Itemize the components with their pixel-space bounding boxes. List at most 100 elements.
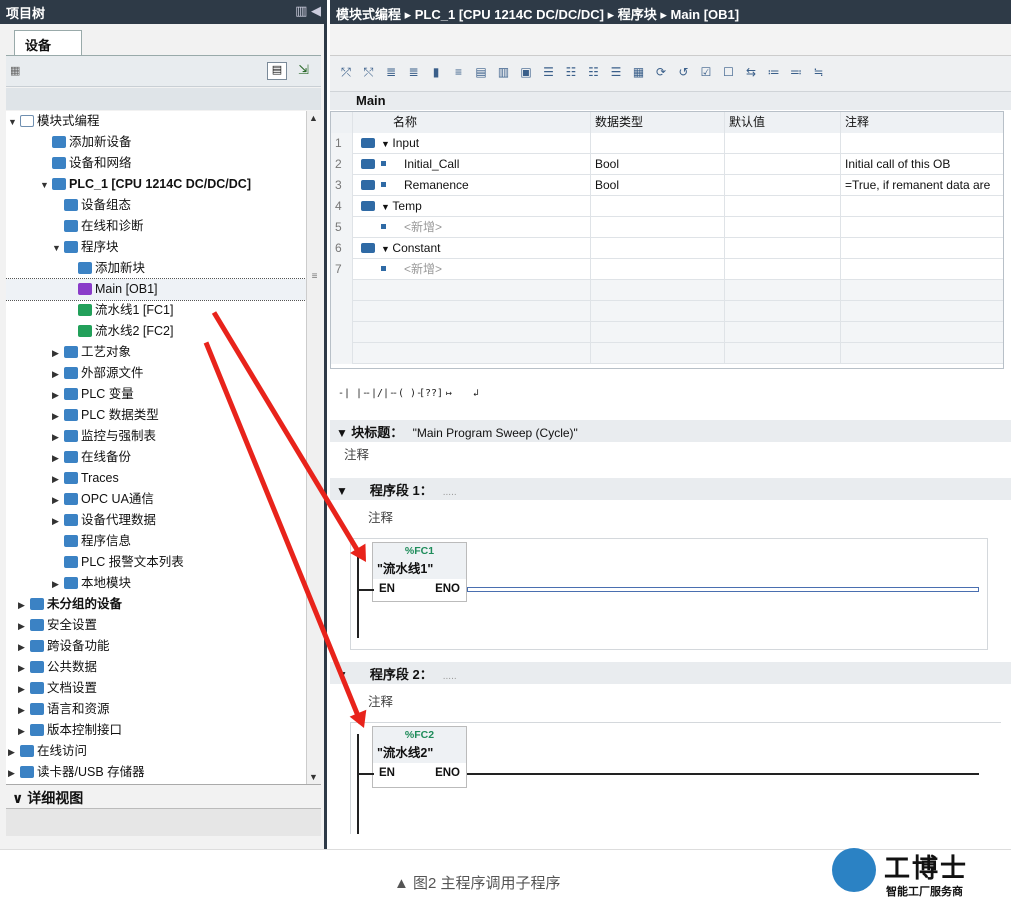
ladder-tool-icon[interactable]: -|/|- [365,388,395,399]
tree-scrollbar[interactable]: ▲ ≡ ▼ [306,111,321,784]
tree-item[interactable]: ▶ 安全设置 [18,615,97,636]
tree-item[interactable]: PLC 报警文本列表 [52,552,184,573]
chevron-down-icon[interactable]: ▼ [336,484,348,498]
name-cell[interactable]: ▼ Input [353,133,591,154]
table-row[interactable]: 5 <新增> [331,217,1003,238]
table-row[interactable]: 4 ▼ Temp [331,196,1003,217]
chevron-right-icon[interactable]: ▶ [18,700,30,721]
comment-cell[interactable] [841,301,1003,322]
tree-item[interactable]: ▶ 公共数据 [18,657,97,678]
name-cell[interactable] [353,280,591,301]
ladder-tool-icon[interactable]: -( )- [392,388,422,399]
default-cell[interactable] [725,280,841,301]
chevron-right-icon[interactable]: ▶ [52,469,64,490]
toolbar-button-icon[interactable]: ≡ [451,65,467,81]
scroll-thumb[interactable]: ≡ [310,271,319,301]
toolbar-button-icon[interactable]: ▥ [496,65,512,81]
type-cell[interactable] [591,259,725,280]
default-cell[interactable] [725,322,841,343]
name-cell[interactable]: <新增> [353,217,591,238]
tree-item[interactable]: ▶ 工艺对象 [52,342,131,363]
tree-item[interactable]: Main [OB1] [6,278,306,301]
comment-cell[interactable] [841,259,1003,280]
chevron-down-icon[interactable]: ▼ [381,202,392,212]
export-icon[interactable]: ⇲ [298,62,309,78]
tree-item[interactable]: ▼ 程序块 [52,237,119,258]
tree-item[interactable]: 设备组态 [52,195,131,216]
type-cell[interactable]: Bool [591,154,725,175]
ladder-tool-icon[interactable]: ↦ [446,388,452,399]
name-cell[interactable]: ▼ Temp [353,196,591,217]
type-cell[interactable] [591,280,725,301]
comment-cell[interactable] [841,280,1003,301]
tree-item[interactable]: ▶ 版本控制接口 [18,720,122,741]
tree-item[interactable]: ▶ 设备代理数据 [52,510,156,531]
toolbar-button-icon[interactable]: ☰ [541,65,557,81]
chevron-down-icon[interactable]: ▼ [336,426,351,440]
ladder-tool-icon[interactable]: [??] [419,388,443,399]
default-cell[interactable] [725,301,841,322]
comment-cell[interactable] [841,133,1003,154]
toolbar-button-icon[interactable]: ▣ [518,65,534,81]
table-row[interactable]: 1 ▼ Input [331,133,1003,154]
network-comment[interactable]: 注释 [368,507,393,526]
toolbar-button-icon[interactable]: ▦ [631,65,647,81]
toolbar-button-icon[interactable]: ▮ [428,65,444,81]
comment-cell[interactable] [841,343,1003,364]
toolbar-button-icon[interactable]: ≒ [811,65,827,81]
table-header-cell[interactable]: 注释 [841,112,1003,133]
tree-item[interactable]: ▶ 未分组的设备 [18,594,122,615]
chevron-right-icon[interactable]: ▶ [52,448,64,469]
default-cell[interactable] [725,133,841,154]
scroll-down-icon[interactable]: ▼ [309,772,318,782]
chevron-right-icon[interactable]: ▶ [18,637,30,658]
chevron-down-icon[interactable]: ▼ [40,175,52,196]
tree-item[interactable]: ▶ PLC 变量 [52,384,134,405]
toolbar-button-icon[interactable]: ⟳ [653,65,669,81]
tree-item[interactable]: 流水线1 [FC1] [66,300,174,321]
tree-item[interactable]: 设备和网络 [40,153,132,174]
toolbar-button-icon[interactable]: ☑ [698,65,714,81]
chevron-down-icon[interactable]: ▼ [8,112,20,133]
default-cell[interactable] [725,259,841,280]
toolbar-button-icon[interactable]: ▤ [473,65,489,81]
tree-item[interactable]: 流水线2 [FC2] [66,321,174,342]
chevron-right-icon[interactable]: ▶ [18,595,30,616]
toolbar-button-icon[interactable]: ☷ [563,65,579,81]
comment-cell[interactable] [841,322,1003,343]
table-row[interactable] [331,343,1003,364]
name-cell[interactable]: Remanence [353,175,591,196]
name-cell[interactable] [353,301,591,322]
name-cell[interactable]: <新增> [353,259,591,280]
chevron-right-icon[interactable]: ▶ [8,742,20,763]
chevron-right-icon[interactable]: ▶ [52,574,64,595]
tree-item[interactable]: ▶ 跨设备功能 [18,636,110,657]
toolbar-button-icon[interactable]: ☰ [608,65,624,81]
block-title-value[interactable]: "Main Program Sweep (Cycle)" [413,426,578,440]
chevron-right-icon[interactable]: ▶ [18,658,30,679]
table-row[interactable]: 7 <新增> [331,259,1003,280]
chevron-right-icon[interactable]: ▶ [52,511,64,532]
table-row[interactable]: 3 Remanence Bool =True, if remanent data ar… [331,175,1003,196]
comment-cell[interactable] [841,196,1003,217]
chevron-right-icon[interactable]: ▶ [18,616,30,637]
table-header-cell[interactable]: 默认值 [725,112,841,133]
default-cell[interactable] [725,154,841,175]
scroll-up-icon[interactable]: ▲ [309,113,318,123]
toolbar-button-icon[interactable]: ≕ [788,65,804,81]
default-cell[interactable] [725,175,841,196]
chevron-down-icon[interactable]: ▼ [52,238,64,259]
tree-item[interactable]: 程序信息 [52,531,131,552]
chevron-down-icon[interactable]: ▼ [381,139,392,149]
tree-item[interactable]: ▶ 在线访问 [8,741,87,762]
chevron-right-icon[interactable]: ▶ [18,679,30,700]
type-cell[interactable] [591,217,725,238]
type-cell[interactable] [591,238,725,259]
table-row[interactable] [331,280,1003,301]
default-cell[interactable] [725,217,841,238]
list-view-icon[interactable]: ▤ [267,62,287,80]
network-title-placeholder[interactable]: ..... [443,487,457,498]
ladder-tool-icon[interactable]: -| |- [338,388,368,399]
toolbar-button-icon[interactable]: ≔ [766,65,782,81]
ladder-tool-icon[interactable]: ↲ [473,388,479,399]
